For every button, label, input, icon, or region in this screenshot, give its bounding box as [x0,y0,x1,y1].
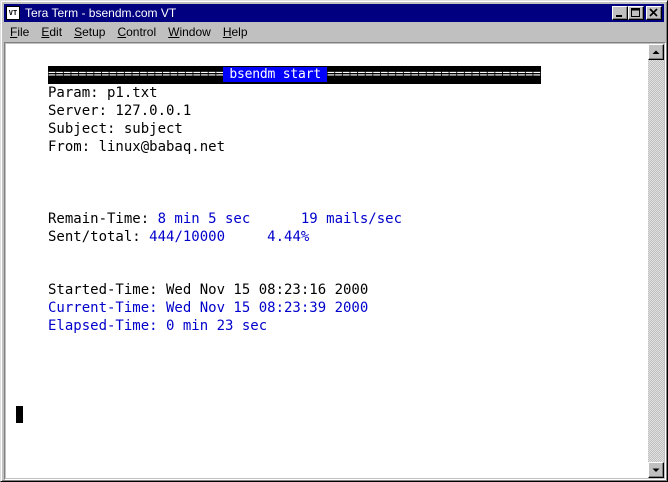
minimize-icon [616,15,622,17]
subject-line: Subject: subject [48,121,183,137]
sent-total-line: Sent/total: 444/10000 4.44% [48,228,309,246]
from-line: From: linux@babaq.net [48,139,226,155]
remain-time-line: Remain-Time: 8 min 5 sec 19 mails/sec [48,210,402,228]
started-time-line: Started-Time: Wed Nov 15 08:23:16 2000 [48,282,369,298]
menu-window-label: indow [179,25,211,39]
scroll-up-button[interactable] [648,44,664,60]
arrow-down-icon [652,468,660,472]
close-button[interactable] [646,6,662,20]
param-line: Param: p1.txt [48,85,158,101]
banner-left-rule: ======================= [48,67,224,82]
current-time-line: Current-Time: Wed Nov 15 08:23:39 2000 [48,300,369,316]
banner-title: bsendm start [223,67,327,82]
menu-setup-label: etup [82,25,106,39]
menu-control-label: ontrol [126,25,157,39]
sent-total-label: Sent/total: [48,229,150,245]
remain-time-label: Remain-Time: [48,211,158,227]
menu-file[interactable]: File [4,23,35,41]
menu-help-label: elp [231,25,248,39]
menu-help-accel: H [222,25,232,39]
terminal-app-icon[interactable]: VT [6,6,20,20]
menu-edit[interactable]: Edit [35,23,68,41]
menu-setup-accel: S [74,25,83,39]
start-banner: ======================= bsendm start =====… [48,66,541,84]
menu-control-accel: C [117,25,127,39]
server-line: Server: 127.0.0.1 [48,103,192,119]
menu-control[interactable]: Control [111,23,162,41]
menu-setup[interactable]: Setup [68,23,111,41]
menu-edit-label: dit [49,25,63,39]
banner-right-rule: ============================ [326,67,541,82]
maximize-icon [631,8,640,17]
minimize-button[interactable] [612,6,628,20]
close-icon [649,8,658,17]
sent-total-value: 444/10000 4.44% [149,229,310,245]
elapsed-time-line: Elapsed-Time: 0 min 23 sec [48,318,268,334]
terminal-screen[interactable]: ======================= bsendm start =====… [6,44,649,478]
menu-help[interactable]: Help [217,23,254,41]
arrow-up-icon [652,50,660,54]
text-cursor [16,406,23,423]
title-buttons [612,6,662,20]
maximize-button[interactable] [628,6,644,20]
title-bar[interactable]: VT Tera Term - bsendm.com VT [4,4,664,22]
terminal-frame: ======================= bsendm start =====… [4,42,666,480]
menu-window-accel: W [168,25,180,39]
app-window: VT Tera Term - bsendm.com VT File Edit S… [0,0,668,482]
window-title: Tera Term - bsendm.com VT [25,6,177,20]
menu-bar: File Edit Setup Control Window Help [4,23,664,41]
scroll-down-button[interactable] [648,462,664,478]
menu-file-label: ile [17,25,30,39]
remain-time-value: 8 min 5 sec 19 mails/sec [157,211,403,227]
vertical-scrollbar[interactable] [648,44,664,478]
menu-window[interactable]: Window [162,23,217,41]
